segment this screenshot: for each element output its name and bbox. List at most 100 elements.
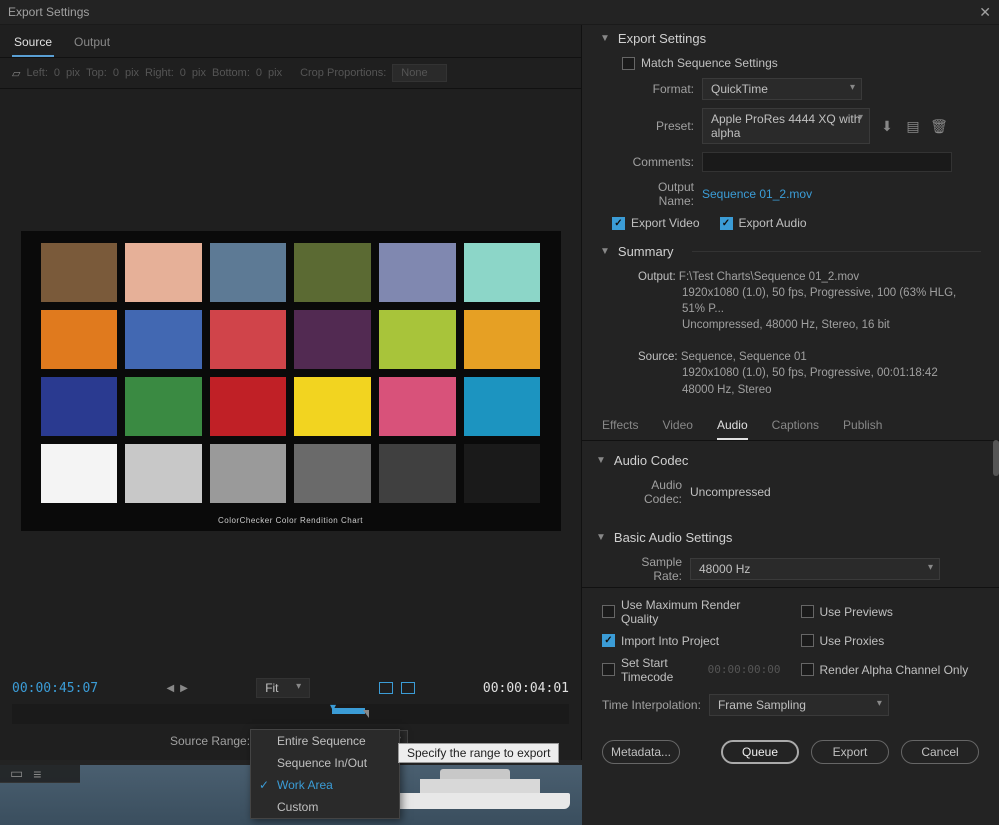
match-sequence-checkbox[interactable]: Match Sequence Settings [622, 56, 778, 70]
color-swatch [125, 310, 202, 369]
crop-icon[interactable]: ▱ [12, 67, 20, 80]
tab-audio[interactable]: Audio [717, 418, 748, 440]
preset-dropdown[interactable]: Apple ProRes 4444 XQ with alpha [702, 108, 870, 144]
color-swatch [210, 243, 287, 302]
scrollbar-thumb[interactable] [993, 440, 999, 476]
timeline-range[interactable] [332, 708, 365, 714]
color-swatch [210, 377, 287, 436]
menu-item-sequence-in-out[interactable]: Sequence In/Out [251, 752, 399, 774]
tab-output[interactable]: Output [72, 31, 112, 57]
crop-top-value[interactable]: 0 [113, 67, 119, 79]
cancel-button[interactable]: Cancel [901, 740, 979, 764]
timeline-strip[interactable]: ▾ [12, 704, 569, 724]
render-alpha-checkbox[interactable]: Render Alpha Channel Only [801, 656, 980, 684]
metadata-button[interactable]: Metadata... [602, 740, 680, 764]
color-swatch [125, 444, 202, 503]
output-name-link[interactable]: Sequence 01_2.mov [702, 187, 812, 201]
boat-graphic [390, 767, 570, 809]
swatch-grid [41, 243, 541, 503]
color-swatch [210, 310, 287, 369]
preset-label: Preset: [622, 119, 694, 133]
menu-item-work-area[interactable]: Work Area [251, 774, 399, 796]
settings-tabs: Effects Video Audio Captions Publish [582, 410, 999, 441]
time-interpolation-dropdown[interactable]: Frame Sampling [709, 694, 889, 716]
import-preset-icon[interactable]: ▤ [904, 118, 922, 135]
color-swatch [464, 377, 541, 436]
summary-source: Source: Sequence, Sequence 01 1920x1080 … [582, 345, 999, 401]
crop-unit: pix [268, 67, 282, 79]
use-previews-checkbox[interactable]: Use Previews [801, 598, 980, 626]
export-audio-checkbox[interactable]: Export Audio [720, 216, 807, 230]
tab-video[interactable]: Video [662, 418, 692, 440]
export-button[interactable]: Export [811, 740, 889, 764]
sample-rate-label: Sample Rate: [612, 555, 682, 583]
use-proxies-checkbox[interactable]: Use Proxies [801, 634, 980, 648]
out-point-icon[interactable] [363, 710, 369, 718]
color-swatch [379, 310, 456, 369]
crop-bottom-label: Bottom: [212, 67, 250, 79]
delete-preset-icon[interactable]: 🗑 [930, 118, 948, 135]
crop-proportions-dropdown[interactable]: None [392, 64, 446, 82]
color-swatch [210, 444, 287, 503]
color-chart-preview: ColorChecker Color Rendition Chart [21, 231, 561, 531]
crop-top-label: Top: [86, 67, 107, 79]
close-icon[interactable]: ✕ [979, 4, 991, 21]
basic-audio-header[interactable]: ▼ Basic Audio Settings [582, 524, 999, 551]
tab-publish[interactable]: Publish [843, 418, 882, 440]
comments-input[interactable] [702, 152, 952, 172]
tab-effects[interactable]: Effects [602, 418, 638, 440]
in-timecode[interactable]: 00:00:45:07 [12, 681, 98, 696]
prev-frame-icon[interactable]: ◀ [166, 683, 174, 694]
new-bin-icon[interactable]: ▭ [10, 765, 23, 782]
comments-label: Comments: [622, 155, 694, 169]
color-swatch [41, 377, 118, 436]
summary-header[interactable]: ▼ Summary [582, 238, 999, 265]
preview-viewport: ColorChecker Color Rendition Chart [0, 89, 581, 672]
color-swatch [41, 243, 118, 302]
chart-caption: ColorChecker Color Rendition Chart [218, 516, 363, 525]
tab-captions[interactable]: Captions [772, 418, 819, 440]
action-buttons: Metadata... Queue Export Cancel [582, 726, 999, 778]
menu-item-entire-sequence[interactable]: Entire Sequence [251, 730, 399, 752]
crop-right-value[interactable]: 0 [180, 67, 186, 79]
start-timecode-checkbox[interactable]: Set Start Timecode00:00:00:00 [602, 656, 781, 684]
color-swatch [379, 377, 456, 436]
source-range-menu: Entire Sequence Sequence In/Out Work Are… [250, 729, 400, 819]
sample-rate-dropdown[interactable]: 48000 Hz [690, 558, 940, 580]
save-preset-icon[interactable]: ⬇ [878, 118, 896, 135]
render-options: Use Maximum Render Quality Use Previews … [582, 587, 999, 726]
output-name-label: Output Name: [622, 180, 694, 208]
timeline-controls: 00:00:45:07 ◀ ▶ Fit ▾ 00:00:04:01 [0, 672, 581, 704]
audio-codec-value: Uncompressed [690, 485, 771, 499]
crop-unit: pix [125, 67, 139, 79]
out-timecode[interactable]: 00:00:04:01 [483, 681, 569, 696]
list-view-icon[interactable]: ≡ [33, 766, 41, 782]
color-swatch [41, 444, 118, 503]
safe-margins-icon[interactable] [401, 682, 415, 694]
audio-codec-header[interactable]: ▼ Audio Codec [582, 447, 999, 474]
zoom-dropdown[interactable]: Fit ▾ [256, 678, 310, 698]
crop-right-label: Right: [145, 67, 174, 79]
aspect-toggle-icon[interactable] [379, 682, 393, 694]
queue-button[interactable]: Queue [721, 740, 799, 764]
chevron-down-icon: ▼ [596, 532, 606, 543]
color-swatch [294, 377, 371, 436]
format-dropdown[interactable]: QuickTime [702, 78, 862, 100]
crop-left-value[interactable]: 0 [54, 67, 60, 79]
color-swatch [125, 243, 202, 302]
color-swatch [125, 377, 202, 436]
export-settings-header[interactable]: ▼ Export Settings [582, 25, 999, 52]
import-project-checkbox[interactable]: Import Into Project [602, 634, 781, 648]
menu-item-custom[interactable]: Custom [251, 796, 399, 818]
export-video-checkbox[interactable]: Export Video [612, 216, 700, 230]
tab-source[interactable]: Source [12, 31, 54, 57]
time-interpolation-row: Time Interpolation: Frame Sampling [602, 694, 979, 716]
playhead-icon[interactable]: ▾ [330, 700, 336, 714]
crop-bottom-value[interactable]: 0 [256, 67, 262, 79]
next-frame-icon[interactable]: ▶ [180, 683, 188, 694]
max-quality-checkbox[interactable]: Use Maximum Render Quality [602, 598, 781, 626]
window-title: Export Settings [8, 5, 89, 19]
preview-tabs: Source Output [0, 25, 581, 58]
color-swatch [294, 444, 371, 503]
color-swatch [464, 444, 541, 503]
